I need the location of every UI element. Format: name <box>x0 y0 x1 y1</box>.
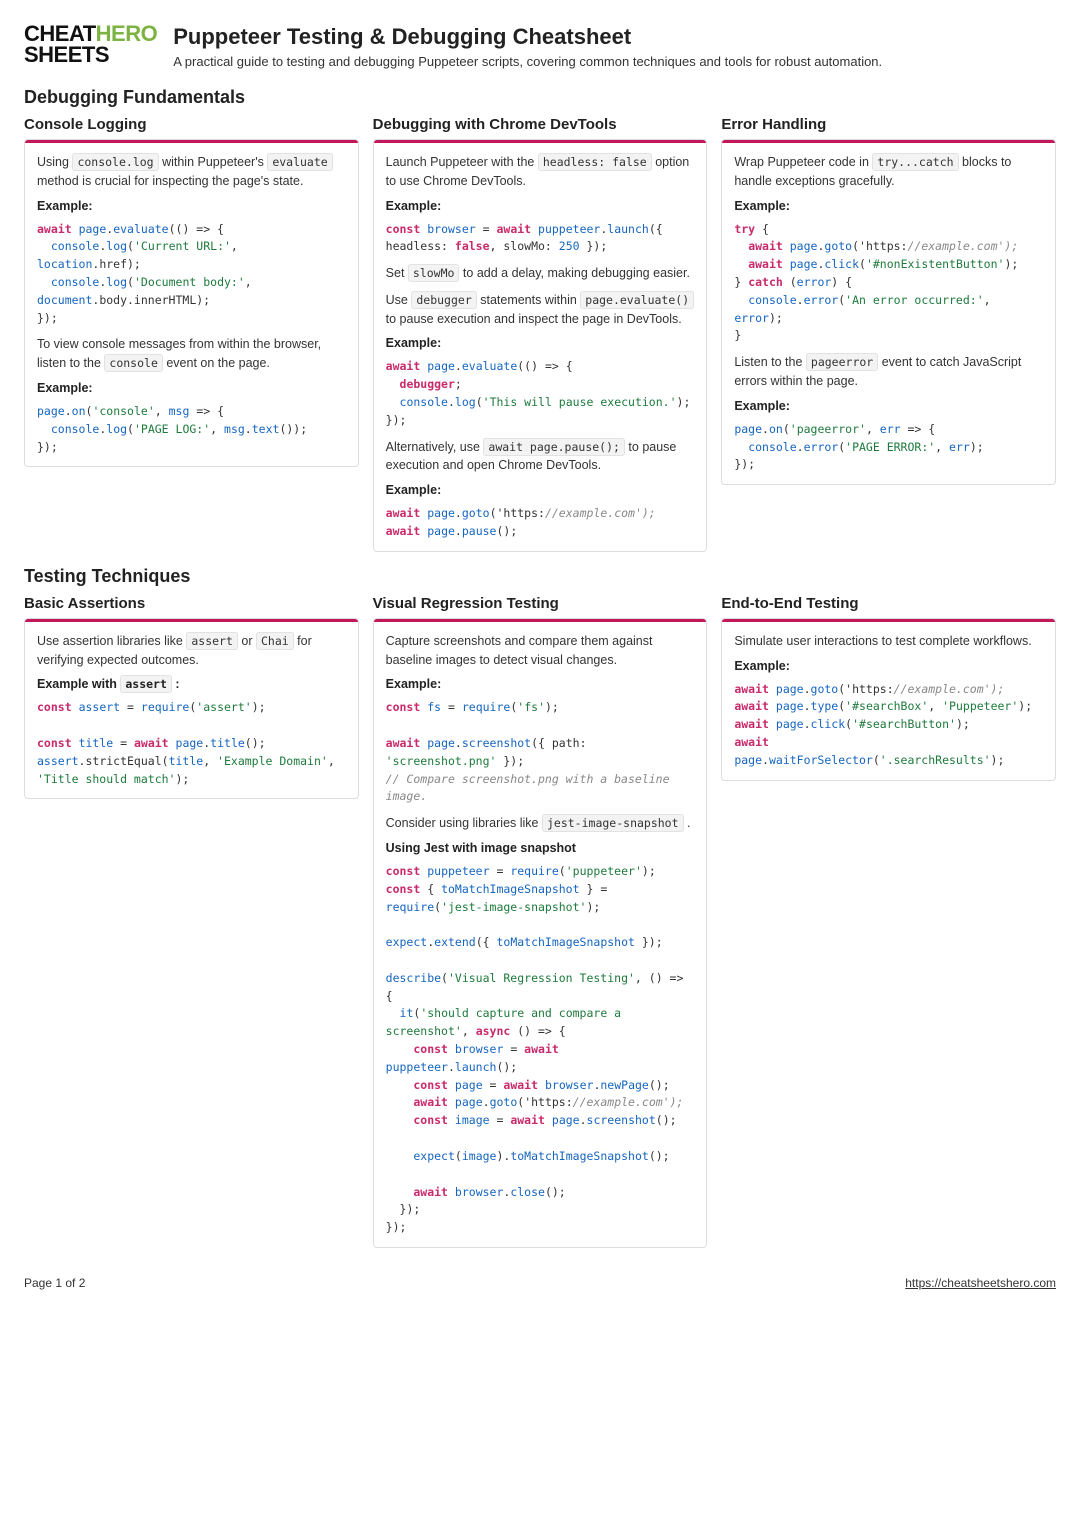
card: Simulate user interactions to test compl… <box>721 618 1056 781</box>
mid-text: Set slowMo to add a delay, making debugg… <box>386 264 695 283</box>
section-heading-debugging: Debugging Fundamentals <box>24 87 1056 108</box>
mid-text: Listen to the pageerror event to catch J… <box>734 353 1043 391</box>
code-block: page.on('pageerror', err => { console.er… <box>734 421 1043 474</box>
card: Wrap Puppeteer code in try...catch block… <box>721 139 1056 485</box>
col-devtools: Debugging with Chrome DevTools Launch Pu… <box>373 116 708 552</box>
code-block: await page.goto('https://example.com'); … <box>734 681 1043 770</box>
testing-columns: Basic Assertions Use assertion libraries… <box>24 595 1056 1248</box>
logo: CHEATHERO SHEETS <box>24 24 157 66</box>
inline-code: jest-image-snapshot <box>542 814 684 832</box>
page-indicator: Page 1 of 2 <box>24 1276 85 1290</box>
page-subtitle: A practical guide to testing and debuggi… <box>173 54 882 69</box>
example-label: Example: <box>386 677 695 691</box>
intro-text: Using console.log within Puppeteer's eva… <box>37 153 346 191</box>
page-header: CHEATHERO SHEETS Puppeteer Testing & Deb… <box>24 24 1056 69</box>
card-title: Visual Regression Testing <box>373 595 708 612</box>
code-block: const puppeteer = require('puppeteer'); … <box>386 863 695 1237</box>
inline-code: Chai <box>256 632 294 650</box>
code-block: const fs = require('fs'); await page.scr… <box>386 699 695 806</box>
code-block: await page.evaluate(() => { debugger; co… <box>386 358 695 429</box>
footer-link[interactable]: https://cheatsheetshero.com <box>905 1276 1056 1290</box>
inline-code: console.log <box>72 153 158 171</box>
code-block: const assert = require('assert'); const … <box>37 699 346 788</box>
inline-code: debugger <box>411 291 476 309</box>
inline-code: page.evaluate() <box>580 291 694 309</box>
inline-code: headless: false <box>538 153 652 171</box>
mid-text: To view console messages from within the… <box>37 335 346 373</box>
col-error-handling: Error Handling Wrap Puppeteer code in tr… <box>721 116 1056 485</box>
card-title: End-to-End Testing <box>721 595 1056 612</box>
col-console-logging: Console Logging Using console.log within… <box>24 116 359 467</box>
code-block: await page.evaluate(() => { console.log(… <box>37 221 346 328</box>
inline-code: console <box>104 354 162 372</box>
inline-code: slowMo <box>408 264 460 282</box>
inline-code: try...catch <box>872 153 958 171</box>
card-title: Basic Assertions <box>24 595 359 612</box>
card-title: Error Handling <box>721 116 1056 133</box>
example-label: Example: <box>386 199 695 213</box>
example-label: Example: <box>734 199 1043 213</box>
mid-text: Consider using libraries like jest-image… <box>386 814 695 833</box>
code-block: try { await page.goto('https://example.c… <box>734 221 1043 346</box>
page-title: Puppeteer Testing & Debugging Cheatsheet <box>173 24 882 50</box>
code-block: const browser = await puppeteer.launch({… <box>386 221 695 257</box>
col-end-to-end: End-to-End Testing Simulate user interac… <box>721 595 1056 781</box>
card-title: Debugging with Chrome DevTools <box>373 116 708 133</box>
inline-code: evaluate <box>267 153 332 171</box>
section-heading-testing: Testing Techniques <box>24 566 1056 587</box>
page-footer: Page 1 of 2 https://cheatsheetshero.com <box>24 1276 1056 1290</box>
sub-label: Using Jest with image snapshot <box>386 841 695 855</box>
example-label: Example: <box>386 483 695 497</box>
card: Capture screenshots and compare them aga… <box>373 618 708 1248</box>
logo-word-sheets: SHEETS <box>24 45 157 66</box>
mid-text: Use debugger statements within page.eval… <box>386 291 695 329</box>
card: Use assertion libraries like assert or C… <box>24 618 359 800</box>
card: Launch Puppeteer with the headless: fals… <box>373 139 708 552</box>
mid-text: Alternatively, use await page.pause(); t… <box>386 438 695 476</box>
debugging-columns: Console Logging Using console.log within… <box>24 116 1056 552</box>
code-block: await page.goto('https://example.com'); … <box>386 505 695 541</box>
example-label: Example: <box>37 199 346 213</box>
card-title: Console Logging <box>24 116 359 133</box>
intro-text: Wrap Puppeteer code in try...catch block… <box>734 153 1043 191</box>
title-block: Puppeteer Testing & Debugging Cheatsheet… <box>173 24 882 69</box>
intro-text: Capture screenshots and compare them aga… <box>386 632 695 670</box>
inline-code: assert <box>186 632 238 650</box>
intro-text: Launch Puppeteer with the headless: fals… <box>386 153 695 191</box>
example-label: Example: <box>37 381 346 395</box>
inline-code: assert <box>120 675 172 693</box>
col-basic-assertions: Basic Assertions Use assertion libraries… <box>24 595 359 800</box>
code-block: page.on('console', msg => { console.log(… <box>37 403 346 456</box>
example-label: Example with assert : <box>37 677 346 691</box>
inline-code: await page.pause(); <box>483 438 625 456</box>
inline-code: pageerror <box>806 353 878 371</box>
intro-text: Simulate user interactions to test compl… <box>734 632 1043 651</box>
example-label: Example: <box>386 336 695 350</box>
example-label: Example: <box>734 659 1043 673</box>
intro-text: Use assertion libraries like assert or C… <box>37 632 346 670</box>
example-label: Example: <box>734 399 1043 413</box>
card: Using console.log within Puppeteer's eva… <box>24 139 359 467</box>
col-visual-regression: Visual Regression Testing Capture screen… <box>373 595 708 1248</box>
